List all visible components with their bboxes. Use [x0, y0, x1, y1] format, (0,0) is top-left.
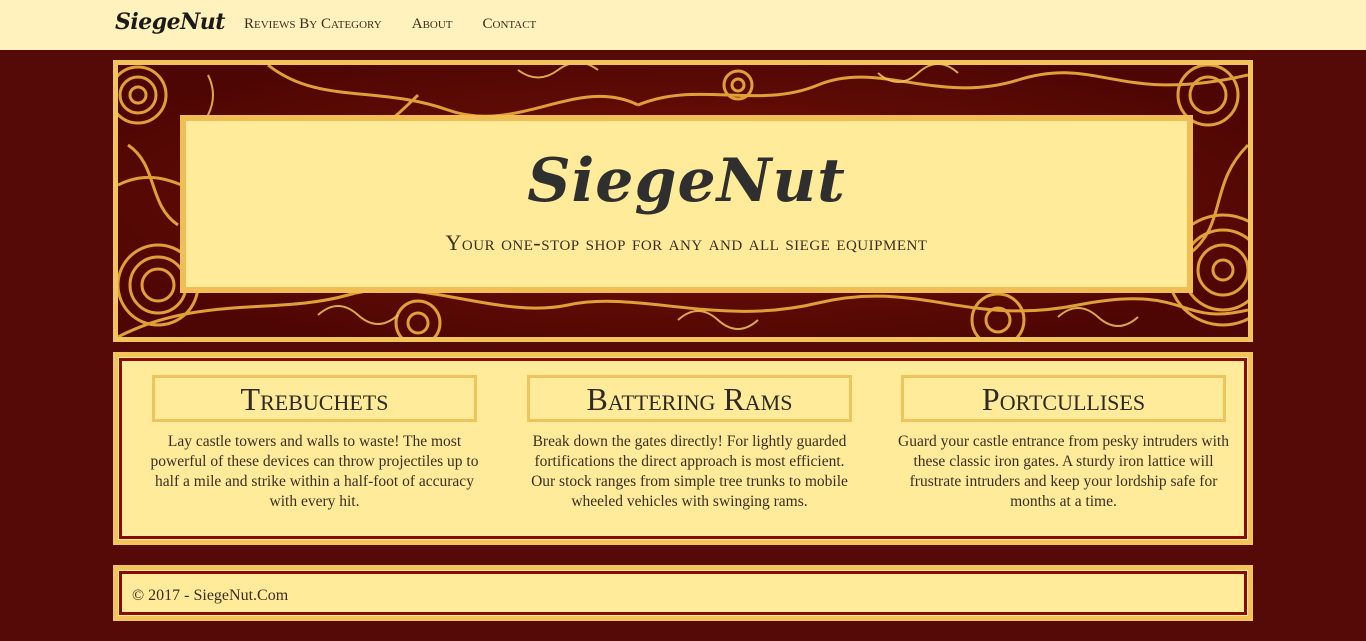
hero-title-box: SiegeNut Your one-stop shop for any and … — [180, 115, 1193, 293]
category-description: Lay castle towers and walls to waste! Th… — [150, 433, 479, 510]
nav-link-contact[interactable]: Contact — [483, 16, 537, 33]
category-title-portcullises[interactable]: Portcullises — [901, 375, 1226, 422]
navbar: SiegeNut Reviews By Category About Conta… — [0, 0, 1366, 50]
categories-panel: Trebuchets Lay castle towers and walls t… — [113, 352, 1253, 545]
category-title-trebuchets[interactable]: Trebuchets — [152, 375, 477, 422]
footer-inner-border: © 2017 - SiegeNut.Com — [119, 571, 1247, 615]
category-description: Break down the gates directly! For light… — [531, 433, 848, 510]
nav-link-reviews-by-category[interactable]: Reviews By Category — [244, 16, 382, 33]
footer: © 2017 - SiegeNut.Com — [113, 565, 1253, 621]
category-title-battering-rams[interactable]: Battering Rams — [527, 375, 852, 422]
hero-title: SiegeNut — [527, 146, 846, 216]
copyright-text: © 2017 - SiegeNut.Com — [132, 587, 289, 604]
category-portcullises: Portcullises Guard your castle entrance … — [891, 375, 1236, 512]
hero-subtitle: Your one-stop shop for any and all siege… — [445, 230, 928, 255]
nav-link-about[interactable]: About — [412, 16, 453, 33]
brand-logo-link[interactable]: SiegeNut — [115, 9, 225, 35]
nav-links: Reviews By Category About Contact — [244, 16, 536, 33]
hero-banner: SiegeNut Your one-stop shop for any and … — [113, 60, 1253, 342]
categories-inner-border: Trebuchets Lay castle towers and walls t… — [119, 358, 1247, 539]
category-description: Guard your castle entrance from pesky in… — [898, 433, 1229, 510]
category-battering-rams: Battering Rams Break down the gates dire… — [517, 375, 862, 512]
category-trebuchets: Trebuchets Lay castle towers and walls t… — [142, 375, 487, 512]
